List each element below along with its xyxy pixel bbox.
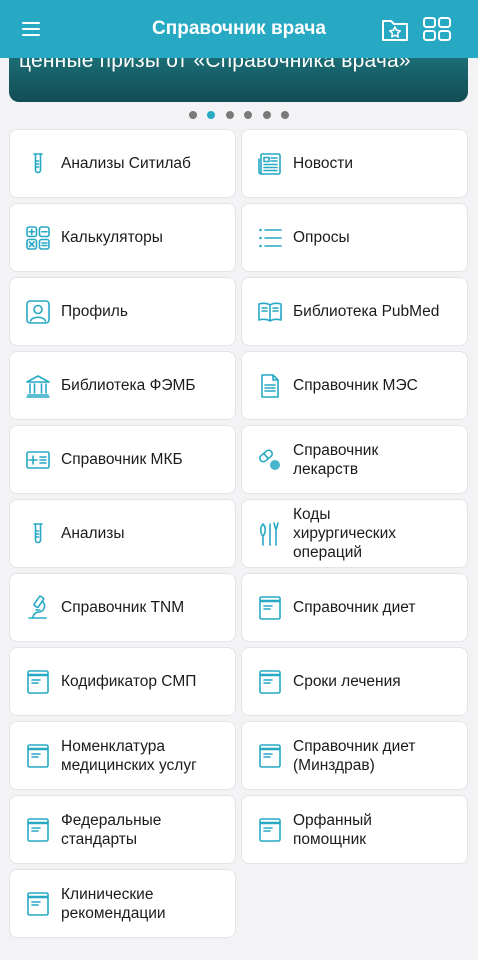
menu-tile[interactable]: Кодификатор СМП (9, 647, 236, 716)
menu-tile-label: Справочник TNM (61, 599, 185, 616)
carousel-dot[interactable] (225, 111, 234, 119)
app-title: Справочник врача (152, 18, 326, 39)
menu-tile[interactable]: Клинические рекомендации (9, 869, 236, 938)
list-icon (256, 224, 284, 252)
favorites-folder-icon[interactable] (378, 12, 412, 46)
menu-tile[interactable]: Номенклатура медицинских услуг (9, 721, 236, 790)
folder-doc-icon (256, 742, 284, 770)
menu-tile-label: Номенклатура медицинских услуг (61, 737, 197, 774)
menu-tile-label: Анализы (61, 525, 125, 542)
menu-grid: Анализы Ситилаб Новости Калькуляторы Опросы… (9, 129, 468, 938)
carousel-dots (0, 111, 478, 119)
menu-tile[interactable]: Коды хирургических операций (241, 499, 468, 568)
hamburger-icon[interactable] (14, 12, 48, 46)
menu-tile-label: Справочник МЭС (293, 377, 418, 394)
folder-doc-icon (24, 890, 52, 918)
menu-tile-label: Справочник диет (Минздрав) (293, 737, 416, 774)
menu-tile[interactable]: Орфанный помощник (241, 795, 468, 864)
menu-tile-label: Справочник лекарств (293, 441, 379, 478)
medical-card-icon (24, 446, 52, 474)
library-building-icon (24, 372, 52, 400)
menu-tile-label: Библиотека PubMed (293, 303, 440, 320)
menu-tile-label: Справочник МКБ (61, 451, 183, 468)
document-icon (256, 372, 284, 400)
test-tube-icon (24, 150, 52, 178)
newspaper-icon (256, 150, 284, 178)
pills-icon (256, 446, 284, 474)
menu-tile[interactable]: Справочник диет (Минздрав) (241, 721, 468, 790)
folder-doc-icon (24, 668, 52, 696)
menu-tile[interactable]: Анализы (9, 499, 236, 568)
menu-tile-label: Кодификатор СМП (61, 673, 197, 690)
menu-tile-label: Коды хирургических операций (293, 506, 396, 561)
menu-tile-label: Профиль (61, 303, 128, 320)
menu-tile[interactable]: Калькуляторы (9, 203, 236, 272)
menu-tile-label: Клинические рекомендации (61, 885, 166, 922)
surgical-tools-icon (256, 520, 284, 548)
book-icon (256, 298, 284, 326)
menu-tile[interactable]: Новости (241, 129, 468, 198)
carousel-dot[interactable] (262, 111, 271, 119)
microscope-icon (24, 594, 52, 622)
profile-icon (24, 298, 52, 326)
folder-doc-icon (256, 816, 284, 844)
menu-tile-label: Сроки лечения (293, 673, 401, 690)
menu-tile[interactable]: Опросы (241, 203, 468, 272)
app-header: Справочник врача (0, 0, 478, 58)
menu-tile-label: Анализы Ситилаб (61, 155, 191, 172)
menu-tile[interactable]: Федеральные стандарты (9, 795, 236, 864)
grid-view-icon[interactable] (420, 12, 454, 46)
calculator-icon (24, 224, 52, 252)
menu-tile[interactable]: Сроки лечения (241, 647, 468, 716)
menu-tile-label: Калькуляторы (61, 229, 163, 246)
carousel-dot[interactable] (244, 111, 253, 119)
menu-tile-label: Федеральные стандарты (61, 811, 162, 848)
carousel-dot[interactable] (281, 111, 290, 119)
menu-tile-label: Опросы (293, 229, 350, 246)
test-tube-icon (24, 520, 52, 548)
menu-tile[interactable]: Анализы Ситилаб (9, 129, 236, 198)
menu-tile[interactable]: Библиотека PubMed (241, 277, 468, 346)
folder-doc-icon (24, 816, 52, 844)
menu-tile[interactable]: Профиль (9, 277, 236, 346)
folder-doc-icon (256, 668, 284, 696)
menu-tile[interactable]: Справочник лекарств (241, 425, 468, 494)
menu-tile[interactable]: Справочник диет (241, 573, 468, 642)
carousel-dot[interactable] (207, 111, 216, 119)
menu-tile-label: Новости (293, 155, 354, 172)
menu-tile-label: Справочник диет (293, 599, 416, 616)
menu-tile[interactable]: Справочник МКБ (9, 425, 236, 494)
menu-tile[interactable]: Библиотека ФЭМБ (9, 351, 236, 420)
folder-doc-icon (24, 742, 52, 770)
carousel-dot[interactable] (188, 111, 197, 119)
menu-tile-label: Орфанный помощник (293, 811, 372, 848)
menu-tile-label: Библиотека ФЭМБ (61, 377, 196, 394)
folder-doc-icon (256, 594, 284, 622)
menu-tile[interactable]: Справочник TNM (9, 573, 236, 642)
menu-tile[interactable]: Справочник МЭС (241, 351, 468, 420)
